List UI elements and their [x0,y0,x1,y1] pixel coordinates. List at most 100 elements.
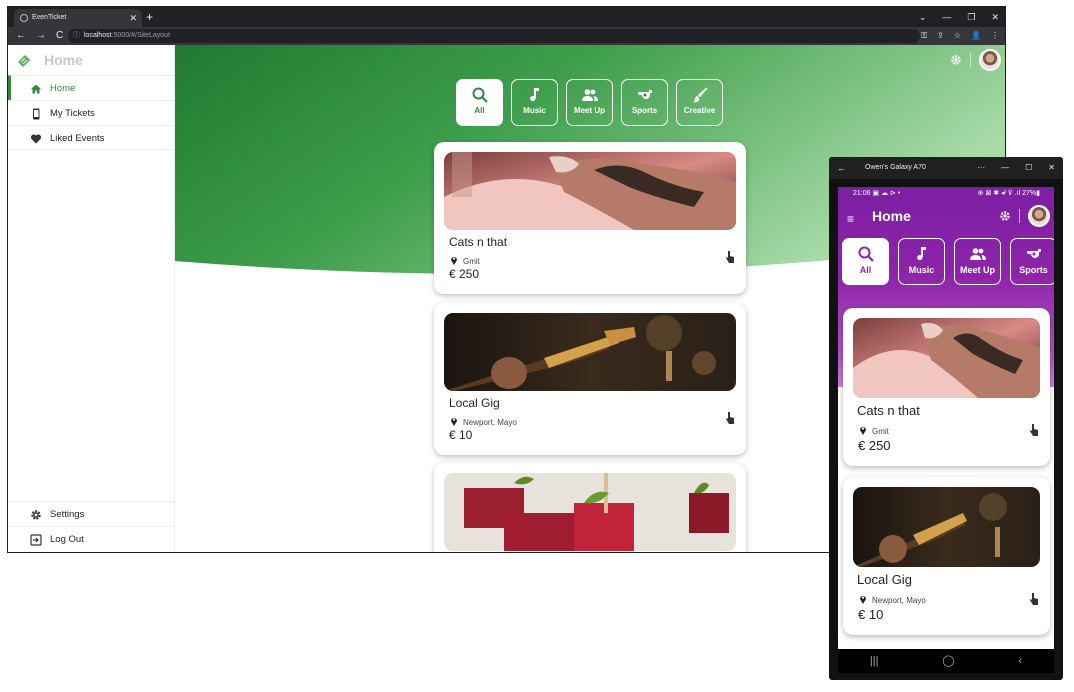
mobile-header-actions [999,205,1050,227]
tap-hand-icon[interactable] [1029,423,1039,437]
mobile-header: ≡ Home [838,205,1054,231]
status-system-icons: ⊕ ⊠ ✱ ◂ᴵ ⊽ .ıl 27%▮ [977,190,1040,197]
sidebar-item-home[interactable]: Home [8,75,175,100]
event-image-cat [853,318,1040,398]
location-pin-icon [860,596,866,604]
tap-hand-icon[interactable] [725,411,735,425]
event-price: € 10 [449,428,473,442]
category-sports-button[interactable]: Sports [621,79,668,126]
phone-icon [33,108,40,120]
settings-gear-icon[interactable] [950,54,962,66]
sidebar-item-label: Log Out [50,534,84,545]
category-sports-button[interactable]: Sports [1010,238,1054,285]
divider [1019,209,1020,223]
event-title: Local Gig [449,396,500,410]
avatar[interactable] [1028,205,1050,227]
location-pin-icon [451,257,457,265]
phone-title-bar: ← Owen's Galaxy A70 ··· — ☐ ✕ [829,157,1063,179]
close-button[interactable]: ✕ [1048,157,1055,179]
tap-hand-icon[interactable] [725,250,735,264]
sidebar: Home Home My Tickets Liked Events Settin… [8,45,175,552]
sidebar-item-settings[interactable]: Settings [8,501,175,526]
globe-icon [20,14,28,22]
sidebar-item-label: Home [50,83,76,94]
back-button[interactable]: ← [16,27,26,45]
share-icon[interactable]: ⇪ [937,27,944,45]
window-controls: ⌄ — ❐ ✕ [919,7,999,27]
music-note-icon [916,247,926,261]
phone-mirror-window: ← Owen's Galaxy A70 ··· — ☐ ✕ 21:06 ▣ ☁ … [829,157,1063,680]
whistle-icon [1026,249,1041,258]
sidebar-item-label: Settings [50,509,85,520]
menu-kebab-icon[interactable]: ⋮ [991,27,999,45]
forward-button[interactable]: → [36,27,46,45]
event-price: € 250 [858,438,891,453]
home-button[interactable]: ◯ [942,649,954,673]
category-all-button[interactable]: All [842,238,889,285]
address-bar-icons: ⚿ ⇪ ☆ 👤 ⋮ [921,27,999,45]
category-filter: All Music Meet Up Sports Creative [456,79,723,126]
browser-tab[interactable]: EvenTicket ✕ [14,9,142,27]
gear-icon [31,510,41,520]
sidebar-item-my-tickets[interactable]: My Tickets [8,100,175,125]
event-location: Newport, Mayo [872,596,926,605]
status-time: 21:06 ▣ ☁ ⊳ • [853,190,901,197]
tap-hand-icon[interactable] [1029,592,1039,606]
category-creative-button[interactable]: Creative [676,79,723,126]
key-icon[interactable]: ⚿ [921,27,927,45]
phone-window-title: Owen's Galaxy A70 [865,164,926,171]
event-card[interactable]: Cats n that Gmit € 250 [843,308,1050,466]
event-card[interactable]: Local Gig Newport, Mayo € 10 [434,303,746,455]
mobile-category-filter: All Music Meet Up Sports [842,238,1054,285]
info-icon[interactable]: ⓘ [73,29,80,43]
back-button[interactable]: ‹ [1018,649,1022,673]
event-card[interactable]: Cats n that Gmit € 250 [434,142,746,294]
search-icon [858,246,874,262]
recent-apps-button[interactable]: ||| [870,649,879,673]
heart-icon [30,134,42,144]
tab-search-button[interactable]: ⌄ [919,7,927,27]
more-options-button[interactable]: ··· [977,157,985,179]
close-window-button[interactable]: ✕ [991,7,999,27]
category-label: Creative [683,106,716,115]
event-title: Local Gig [857,572,912,587]
bookmark-star-icon[interactable]: ☆ [954,27,961,45]
profile-icon[interactable]: 👤 [971,27,981,45]
settings-gear-icon[interactable] [999,210,1011,222]
category-label: Meet Up [573,106,606,115]
hamburger-menu-icon[interactable]: ≡ [847,212,854,226]
music-note-icon [529,88,539,102]
event-image-guitar [853,487,1040,567]
new-tab-button[interactable]: + [146,9,153,25]
category-label: Meet Up [959,265,995,275]
maximize-button[interactable]: ☐ [1025,157,1032,179]
top-right-actions [950,49,1001,71]
people-icon [581,89,598,101]
url-input[interactable]: ⓘ localhost:5000/#/SiteLayout [68,29,920,43]
category-all-button[interactable]: All [456,79,503,126]
category-meet-up-button[interactable]: Meet Up [954,238,1001,285]
back-arrow-icon[interactable]: ← [837,157,846,179]
reload-button[interactable]: C [56,27,63,45]
restore-button[interactable]: ❐ [967,7,975,27]
ticket-logo-icon [18,55,30,67]
avatar[interactable] [979,49,1001,71]
sidebar-item-log-out[interactable]: Log Out [8,526,175,551]
sidebar-item-label: Liked Events [50,133,105,144]
event-card[interactable]: Local Gig Newport, Mayo € 10 [843,477,1050,635]
category-music-button[interactable]: Music [511,79,558,126]
minimize-button[interactable]: — [1001,157,1009,179]
event-card[interactable] [434,463,746,552]
minimize-button[interactable]: — [942,7,951,27]
event-image-guitar [444,313,736,391]
location-pin-icon [451,418,457,426]
tab-title: EvenTicket [32,14,67,21]
category-meet-up-button[interactable]: Meet Up [566,79,613,126]
logout-icon [30,534,42,546]
mobile-page-title: Home [872,208,911,224]
tab-close-icon[interactable]: ✕ [129,9,137,27]
category-music-button[interactable]: Music [898,238,945,285]
sidebar-item-liked-events[interactable]: Liked Events [8,125,175,150]
category-label: Sports [631,106,658,115]
event-image-cat [444,152,736,230]
